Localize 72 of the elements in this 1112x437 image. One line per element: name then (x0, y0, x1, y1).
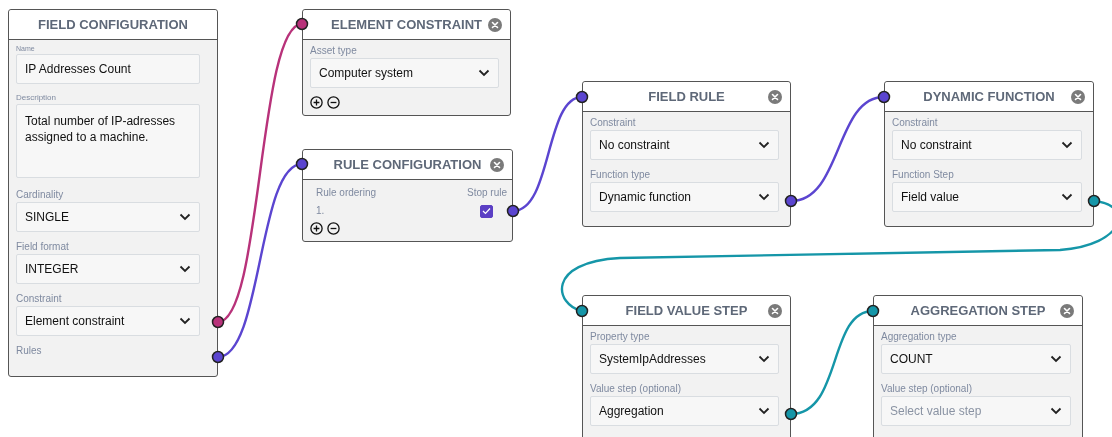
port-handle[interactable] (877, 90, 891, 104)
close-icon[interactable] (1071, 90, 1085, 104)
input-field[interactable]: IP Addresses Count (16, 54, 200, 84)
field-label: Property type (590, 330, 651, 344)
port-handle[interactable] (211, 350, 225, 364)
field-label: Aggregation type (881, 330, 958, 344)
chevron-icon (179, 265, 191, 273)
dropdown[interactable]: Computer system (310, 58, 499, 88)
dropdown[interactable]: Element constraint (16, 306, 200, 336)
node-title: FIELD VALUE STEP (625, 303, 748, 318)
rule-number: 1. (316, 204, 325, 218)
close-icon[interactable] (768, 90, 782, 104)
dropdown[interactable]: Dynamic function (590, 182, 779, 212)
port-handle[interactable] (784, 194, 798, 208)
add-icon[interactable] (310, 96, 323, 109)
chevron-icon (1061, 141, 1073, 149)
port-handle[interactable] (295, 157, 309, 171)
dropdown[interactable]: Aggregation (590, 396, 779, 426)
field-label: Constraint (590, 116, 637, 130)
close-icon[interactable] (768, 304, 782, 318)
close-icon[interactable] (1060, 304, 1074, 318)
dropdown[interactable]: SINGLE (16, 202, 200, 232)
remove-icon[interactable] (327, 222, 340, 235)
chevron-icon (179, 213, 191, 221)
node-title: AGGREGATION STEP (910, 303, 1046, 318)
checkbox[interactable] (480, 204, 493, 218)
node-title: DYNAMIC FUNCTION (923, 89, 1055, 104)
text-area[interactable]: Total number of IP-adresses assigned to a machine. (16, 104, 200, 178)
chevron-icon (1061, 193, 1073, 201)
field-label: Cardinality (16, 188, 65, 202)
close-icon[interactable] (490, 158, 504, 172)
node-title: ELEMENT CONSTRAINT (331, 17, 482, 32)
port-handle[interactable] (1087, 194, 1101, 208)
field-label: Field format (16, 240, 70, 254)
chevron-icon (478, 69, 490, 77)
field-label: Description (16, 92, 57, 104)
chevron-icon (1050, 407, 1062, 415)
column-header: Stop rule (466, 186, 507, 200)
field-label: Value step (optional) (881, 382, 973, 396)
node-title: FIELD CONFIGURATION (38, 17, 188, 32)
port-handle[interactable] (211, 315, 225, 329)
port-handle[interactable] (575, 90, 589, 104)
dropdown[interactable]: No constraint (892, 130, 1082, 160)
field-label: Value step (optional) (590, 382, 682, 396)
port-handle[interactable] (295, 17, 309, 31)
chevron-icon (758, 141, 770, 149)
field-label: Constraint (16, 292, 63, 306)
port-handle[interactable] (575, 304, 589, 318)
field-label: Constraint (892, 116, 939, 130)
field-label: Asset type (310, 44, 358, 58)
dropdown[interactable]: INTEGER (16, 254, 200, 284)
close-icon[interactable] (488, 18, 502, 32)
field-label: Rules (16, 344, 43, 358)
add-icon[interactable] (310, 222, 323, 235)
port-handle[interactable] (784, 407, 798, 421)
chevron-icon (758, 355, 770, 363)
remove-icon[interactable] (327, 96, 340, 109)
field-label: Function type (590, 168, 652, 182)
dropdown[interactable]: COUNT (881, 344, 1071, 374)
port-handle[interactable] (866, 304, 880, 318)
dropdown[interactable]: Field value (892, 182, 1082, 212)
chevron-icon (1050, 355, 1062, 363)
field-label: Function Step (892, 168, 955, 182)
column-header: Rule ordering (316, 186, 377, 200)
chevron-icon (758, 407, 770, 415)
node-title: RULE CONFIGURATION (333, 157, 482, 172)
node-title: FIELD RULE (648, 89, 725, 104)
chevron-icon (758, 193, 770, 201)
port-handle[interactable] (506, 204, 520, 218)
dropdown[interactable]: SystemIpAddresses (590, 344, 779, 374)
chevron-icon (179, 317, 191, 325)
dropdown[interactable]: No constraint (590, 130, 779, 160)
